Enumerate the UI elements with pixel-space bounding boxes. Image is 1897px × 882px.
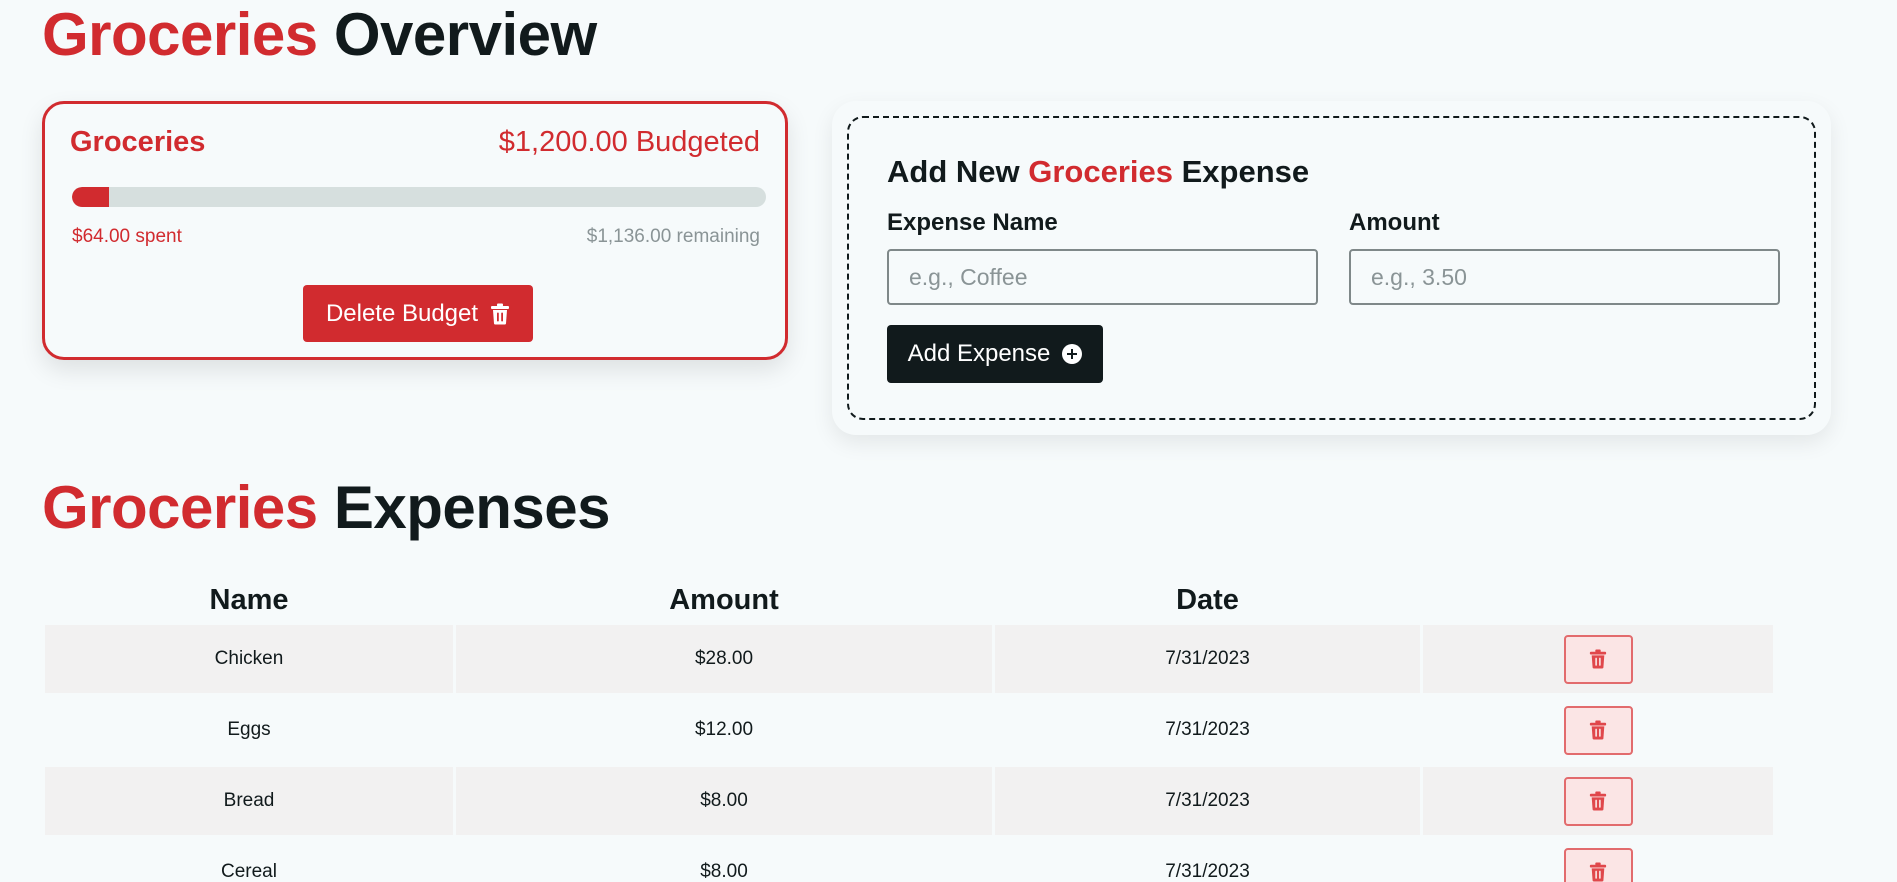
header-amount: Amount [669,583,779,616]
expenses-heading-accent: Groceries [42,474,318,541]
table-row: Chicken $28.00 7/31/2023 [45,625,1773,696]
add-expense-title: Add New Groceries Expense [887,154,1309,190]
expense-name-input[interactable] [887,249,1318,305]
table-row: Bread $8.00 7/31/2023 [45,767,1773,838]
expenses-heading: Groceries Expenses [42,473,611,543]
table-row: Cereal $8.00 7/31/2023 [45,838,1773,882]
trash-icon [1589,791,1607,811]
trash-icon [491,303,510,324]
page: Groceries Overview Groceries $1,200.00 B… [0,0,1897,882]
cell-name: Bread [45,767,453,838]
overview-heading-accent: Groceries [42,1,318,68]
cell-name: Eggs [45,696,453,767]
add-expense-card: Add New Groceries Expense Expense Name A… [832,101,1831,435]
budget-spent: $64.00 spent [72,226,182,247]
cell-amount: $8.00 [456,767,992,838]
budget-amount: $1,200.00 Budgeted [498,126,760,158]
budget-name: Groceries [70,126,206,158]
overview-heading: Groceries Overview [42,0,597,70]
add-expense-title-suffix: Expense [1173,154,1310,189]
add-expense-title-accent: Groceries [1028,154,1173,189]
header-date: Date [1176,583,1239,616]
plus-circle-icon [1062,344,1083,364]
trash-icon [1589,862,1607,882]
add-expense-title-prefix: Add New [887,154,1029,189]
expense-amount-input[interactable] [1349,249,1780,305]
expense-amount-label: Amount [1349,209,1440,236]
delete-expense-button[interactable] [1563,705,1633,755]
header-name: Name [209,583,289,616]
cell-amount: $28.00 [456,625,992,696]
overview-heading-rest: Overview [317,1,597,68]
cell-date: 7/31/2023 [995,767,1420,838]
delete-budget-button[interactable]: Delete Budget [303,285,533,342]
cell-date: 7/31/2023 [995,838,1420,882]
table-header-row: Name Amount Date [45,575,1773,625]
table-row: Eggs $12.00 7/31/2023 [45,696,1773,767]
add-expense-label: Add Expense [907,340,1051,367]
budget-progress-bar [72,187,766,207]
expenses-table: Name Amount Date Chicken $28.00 7/31/202… [42,575,1776,882]
expense-name-label: Expense Name [887,209,1058,236]
delete-expense-button[interactable] [1563,776,1633,826]
cell-action [1423,696,1773,767]
cell-date: 7/31/2023 [995,696,1420,767]
add-expense-button[interactable]: Add Expense [887,325,1103,383]
cell-date: 7/31/2023 [995,625,1420,696]
header-action [1423,575,1773,625]
budget-card: Groceries $1,200.00 Budgeted $64.00 spen… [42,101,788,360]
cell-action [1423,625,1773,696]
add-expense-form: Add New Groceries Expense Expense Name A… [847,116,1816,420]
delete-expense-button[interactable] [1563,847,1633,882]
cell-action [1423,767,1773,838]
cell-action [1423,838,1773,882]
expenses-heading-rest: Expenses [317,474,611,541]
budget-progress-fill [72,187,109,207]
cell-amount: $12.00 [456,696,992,767]
delete-expense-button[interactable] [1563,634,1633,684]
delete-budget-label: Delete Budget [325,299,479,327]
trash-icon [1589,649,1607,669]
trash-icon [1589,720,1607,740]
cell-name: Chicken [45,625,453,696]
budget-remaining: $1,136.00 remaining [586,226,760,247]
cell-name: Cereal [45,838,453,882]
cell-amount: $8.00 [456,838,992,882]
